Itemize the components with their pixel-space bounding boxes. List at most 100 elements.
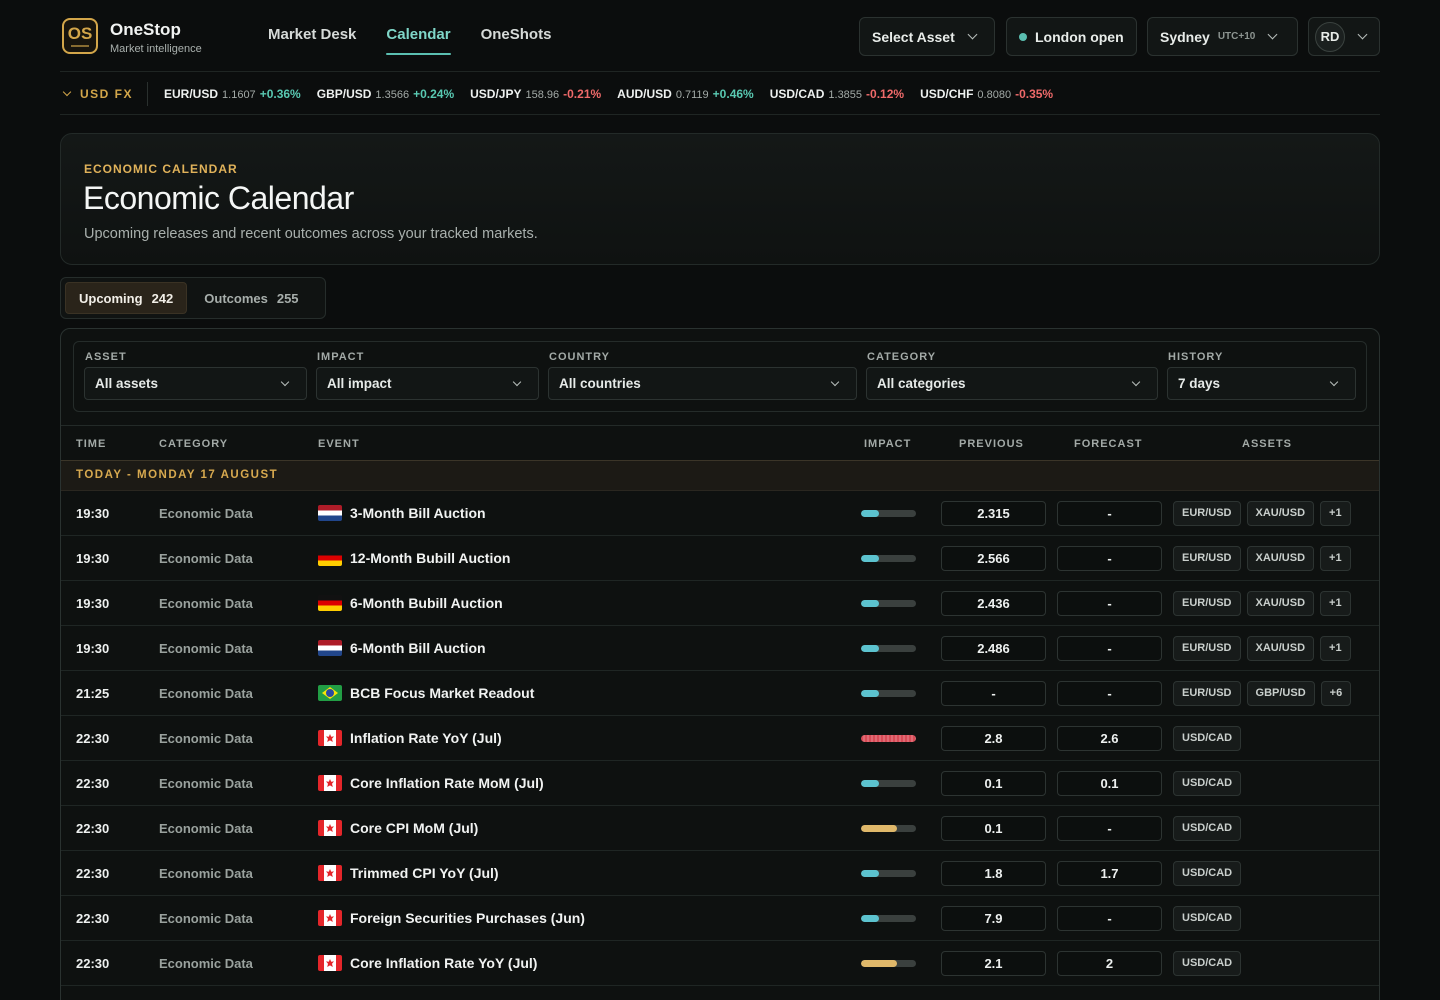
table-row[interactable]: 19:30 Economic Data 6-Month Bubill Auction…	[61, 581, 1379, 626]
session-status[interactable]: London open	[1006, 17, 1137, 56]
event-name[interactable]: Core Inflation Rate YoY (Jul)	[350, 955, 537, 971]
event-time: 22:30	[76, 776, 110, 791]
col-time[interactable]: TIME	[76, 438, 106, 450]
ticker-item[interactable]: USD/CAD 1.3855 -0.12%	[770, 87, 904, 101]
asset-chip[interactable]: EUR/USD	[1173, 501, 1241, 526]
brand: OneStop Market intelligence	[110, 20, 202, 55]
event-name[interactable]: BCB Focus Market Readout	[350, 685, 534, 701]
forecast-value: -	[1057, 501, 1162, 526]
page-description: Upcoming releases and recent outcomes ac…	[84, 226, 538, 242]
asset-chip[interactable]: XAU/USD	[1246, 546, 1315, 571]
asset-chips: USD/CAD	[1173, 861, 1242, 886]
user-menu[interactable]: RD	[1308, 17, 1380, 56]
event-name[interactable]: 12-Month Bubill Auction	[350, 550, 510, 566]
table-row[interactable]: 19:30 Economic Data 6-Month Bill Auction 2.…	[61, 626, 1379, 671]
history-select[interactable]: 7 days	[1167, 367, 1356, 400]
asset-chip[interactable]: XAU/USD	[1246, 636, 1315, 661]
tab-outcomes[interactable]: Outcomes 255	[191, 282, 311, 314]
impact-select[interactable]: All impact	[316, 367, 539, 400]
previous-value: 2.315	[941, 501, 1046, 526]
asset-select[interactable]: All assets	[84, 367, 307, 400]
asset-chip[interactable]: EUR/USD	[1173, 681, 1241, 706]
asset-chip[interactable]: XAU/USD	[1246, 591, 1315, 616]
ticker-price: 158.96	[525, 88, 560, 101]
asset-chip[interactable]: +1	[1320, 501, 1351, 526]
asset-chips: USD/CAD	[1173, 726, 1242, 751]
asset-chip[interactable]: EUR/USD	[1173, 546, 1241, 571]
table-row[interactable]: 22:30 Economic Data Trimmed CPI YoY (Jul) 1…	[61, 851, 1379, 896]
asset-chip[interactable]: GBP/USD	[1246, 681, 1315, 706]
asset-chip[interactable]: EUR/USD	[1173, 591, 1241, 616]
event-name[interactable]: Foreign Securities Purchases (Jun)	[350, 910, 585, 926]
asset-chip[interactable]: USD/CAD	[1173, 816, 1242, 841]
asset-chips: EUR/USD GBP/USD +6	[1173, 681, 1352, 706]
col-previous[interactable]: PREVIOUS	[959, 438, 1024, 450]
table-header: TIME CATEGORY EVENT IMPACT PREVIOUS FORE…	[61, 425, 1379, 460]
event-category: Economic Data	[159, 821, 253, 836]
col-category[interactable]: CATEGORY	[159, 438, 228, 450]
event-name[interactable]: Inflation Rate YoY (Jul)	[350, 730, 502, 746]
ticker-group-toggle[interactable]: USD FX	[60, 81, 149, 106]
filter-value: 7 days	[1178, 376, 1221, 391]
event-name[interactable]: Trimmed CPI YoY (Jul)	[350, 865, 499, 881]
table-row[interactable]: 22:30 Economic Data Foreign Securities Pur…	[61, 896, 1379, 941]
select-asset-dropdown[interactable]: Select Asset	[859, 17, 995, 56]
col-assets[interactable]: ASSETS	[1242, 438, 1292, 450]
asset-chip[interactable]: USD/CAD	[1173, 861, 1242, 886]
ticker-price: 1.1607	[222, 88, 256, 101]
event-category: Economic Data	[159, 551, 253, 566]
ticker-item[interactable]: EUR/USD 1.1607 +0.36%	[164, 87, 301, 101]
ticker-item[interactable]: USD/CHF 0.8080 -0.35%	[920, 87, 1053, 101]
ticker-item[interactable]: GBP/USD 1.3566 +0.24%	[317, 87, 454, 101]
ticker-pair: GBP/USD	[316, 86, 372, 101]
nav-market-desk[interactable]: Market Desk	[268, 26, 356, 55]
col-impact[interactable]: IMPACT	[864, 438, 911, 450]
country-select[interactable]: All countries	[548, 367, 857, 400]
filter-bar: ASSET All assets IMPACT All impact COUNT…	[73, 341, 1367, 412]
event-name[interactable]: 3-Month Bill Auction	[350, 505, 486, 521]
event-category: Economic Data	[159, 506, 253, 521]
filter-impact: IMPACT All impact	[316, 351, 539, 400]
table-row[interactable]: 22:30 Economic Data Inflation Rate YoY (Ju…	[61, 716, 1379, 761]
asset-chip[interactable]: USD/CAD	[1173, 906, 1242, 931]
tab-upcoming[interactable]: Upcoming 242	[65, 282, 188, 314]
table-row[interactable]: 19:30 Economic Data 12-Month Bubill Auctio…	[61, 536, 1379, 581]
col-event[interactable]: EVENT	[318, 438, 360, 450]
table-row[interactable]: 22:30 Economic Data Core CPI MoM (Jul) 0.1-…	[61, 806, 1379, 851]
event-name[interactable]: 6-Month Bubill Auction	[350, 595, 503, 611]
event-time: 22:30	[76, 731, 110, 746]
event-name[interactable]: Core Inflation Rate MoM (Jul)	[350, 775, 544, 791]
asset-chip[interactable]: USD/CAD	[1173, 951, 1242, 976]
asset-chip[interactable]: +1	[1320, 546, 1351, 571]
ticker-item[interactable]: AUD/USD 0.7119 +0.46%	[617, 87, 754, 101]
event-time: 21:25	[76, 686, 110, 701]
ticker-item[interactable]: USD/JPY 158.96 -0.21%	[470, 87, 601, 101]
timezone-dropdown[interactable]: Sydney UTC+10	[1147, 17, 1298, 56]
table-row[interactable]: 21:25 Economic Data BCB Focus Market Reado…	[61, 671, 1379, 716]
asset-chip[interactable]: EUR/USD	[1173, 636, 1241, 661]
ticker-price: 1.3566	[375, 88, 410, 101]
event-time: 19:30	[76, 641, 110, 656]
asset-chip[interactable]: +1	[1320, 591, 1351, 616]
category-select[interactable]: All categories	[866, 367, 1158, 400]
event-name[interactable]: Core CPI MoM (Jul)	[350, 820, 478, 836]
nav-oneshots[interactable]: OneShots	[481, 26, 552, 55]
app-logo[interactable]: OS	[62, 18, 98, 54]
col-forecast[interactable]: FORECAST	[1074, 438, 1143, 450]
table-row[interactable]: 22:30 Economic Data Core Inflation Rate Mo…	[61, 761, 1379, 806]
calendar-tabs: Upcoming 242 Outcomes 255	[60, 277, 326, 319]
asset-chip[interactable]: XAU/USD	[1246, 501, 1315, 526]
filter-value: All assets	[95, 376, 159, 391]
nav-calendar[interactable]: Calendar	[386, 26, 451, 55]
status-dot-icon	[1019, 32, 1027, 41]
table-row[interactable]: 19:30 Economic Data 3-Month Bill Auction 2.…	[61, 491, 1379, 536]
asset-chip[interactable]: USD/CAD	[1173, 726, 1242, 751]
asset-chip[interactable]: USD/CAD	[1173, 771, 1242, 796]
country-flag-icon	[318, 595, 342, 611]
asset-chip[interactable]: +1	[1320, 636, 1351, 661]
event-name[interactable]: 6-Month Bill Auction	[350, 640, 486, 656]
table-row[interactable]: 22:30 Economic Data Core Inflation Rate Yo…	[61, 941, 1379, 986]
previous-value: 2.486	[941, 636, 1046, 661]
ticker-pair: USD/JPY	[470, 86, 522, 101]
asset-chip[interactable]: +6	[1320, 681, 1352, 706]
